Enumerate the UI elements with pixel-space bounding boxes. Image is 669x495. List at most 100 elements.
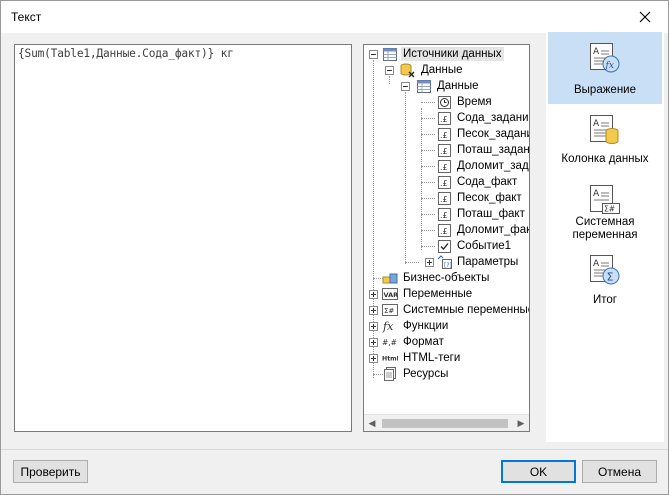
tree-field[interactable]: Время [436, 94, 494, 110]
tree-field-label: Сода_задание [457, 112, 530, 124]
svg-text:VAR: VAR [384, 291, 399, 299]
table-icon [416, 79, 432, 93]
expander-data-sources[interactable] [369, 50, 378, 59]
title-bar: Текст [1, 1, 668, 33]
category-expression[interactable]: A fx Выражение [548, 32, 662, 104]
close-icon [639, 11, 651, 22]
numeric-field-icon: .£ [436, 143, 452, 157]
svg-text:fx: fx [605, 61, 614, 71]
tree-field[interactable]: .£ Доломит_задание [436, 158, 529, 174]
variables-icon: VAR [382, 287, 398, 301]
table-icon [382, 47, 398, 61]
tree-field[interactable]: Событие1 [436, 238, 513, 254]
svg-text:.£: .£ [440, 131, 448, 140]
tree-field-label: Доломит_факт [457, 224, 530, 236]
close-button[interactable] [622, 1, 668, 32]
tree-field-label: Песок_факт [457, 192, 522, 204]
numeric-field-icon: .£ [436, 191, 452, 205]
svg-text:.£: .£ [440, 211, 448, 220]
svg-text:.£: .£ [440, 147, 448, 156]
tree-field[interactable]: .£ Поташ_факт [436, 206, 527, 222]
expression-editor[interactable]: {Sum(Table1,Данные.Сода_факт)} кг [14, 44, 352, 432]
category-label: Системная переменная [572, 216, 638, 241]
scroll-right-arrow-icon[interactable]: ▶ [516, 418, 526, 428]
svg-text:Σ: Σ [607, 271, 614, 284]
text-dialog: Текст {Sum(Table1,Данные.Сода_факт)} кг … [0, 0, 669, 495]
tree-field[interactable]: .£ Доломит_факт [436, 222, 530, 238]
tree-field-label: Поташ_задание [457, 144, 530, 156]
tree-node-variables[interactable]: VAR Переменные [382, 286, 474, 302]
tree-field-label: Поташ_факт [457, 208, 525, 220]
svg-text:A: A [593, 119, 600, 129]
svg-text:Σ#: Σ# [384, 307, 394, 315]
tree-node-resources[interactable]: Ресурсы [382, 366, 450, 382]
tree-node-label: Данные [437, 80, 479, 92]
tree-node-label: Параметры [457, 256, 519, 268]
tree-field-label: Событие1 [457, 240, 512, 252]
category-system-variable[interactable]: A Σ# Системная переменная [548, 184, 662, 244]
expression-icon: A fx [590, 43, 620, 73]
tree-node-label: Системные переменные [403, 304, 530, 316]
scrollbar-thumb[interactable] [382, 419, 508, 428]
tree-node-functions[interactable]: fx Функции [382, 318, 450, 334]
data-tree[interactable]: Источники данных Данные Данные Время .£ … [363, 44, 530, 432]
svg-text:.£: .£ [440, 115, 448, 124]
tree-field[interactable]: .£ Сода_факт [436, 174, 519, 190]
expander-format[interactable] [369, 338, 378, 347]
numeric-field-icon: .£ [436, 159, 452, 173]
ok-button[interactable]: OK [501, 460, 576, 483]
expander-parameters[interactable] [425, 258, 434, 267]
svg-text:.£: .£ [440, 195, 448, 204]
cancel-button[interactable]: Отмена [582, 460, 657, 483]
tree-node-html-tags[interactable]: Html HTML-теги [382, 350, 462, 366]
tree-node-format[interactable]: #,# Формат [382, 334, 446, 350]
tree-field[interactable]: .£ Поташ_задание [436, 142, 530, 158]
tree-node-table[interactable]: Данные [416, 78, 481, 94]
svg-text:.£: .£ [440, 163, 448, 172]
expander-functions[interactable] [369, 322, 378, 331]
svg-text:#,#: #,# [382, 338, 397, 347]
category-total[interactable]: A Σ Итог [548, 254, 662, 310]
html-tags-icon: Html [382, 351, 398, 365]
numeric-field-icon: .£ [436, 111, 452, 125]
checkbox-field-icon [436, 239, 452, 253]
svg-text:.£: .£ [440, 227, 448, 236]
tree-node-label: Данные [421, 64, 463, 76]
numeric-field-icon: .£ [436, 207, 452, 221]
clock-icon [436, 95, 452, 109]
expander-table[interactable] [401, 82, 410, 91]
tree-field-label: Сода_факт [457, 176, 518, 188]
footer-divider [1, 449, 668, 450]
expander-html-tags[interactable] [369, 354, 378, 363]
numeric-field-icon: .£ [436, 223, 452, 237]
tree-field[interactable]: .£ Песок_факт [436, 190, 524, 206]
svg-text:[?]: [?] [444, 262, 452, 269]
expander-datasource[interactable] [385, 66, 394, 75]
category-label: Выражение [574, 84, 636, 96]
resources-icon [382, 367, 398, 381]
svg-text:Html: Html [382, 356, 398, 363]
tree-field-label: Время [457, 96, 492, 108]
tree-node-business-objects[interactable]: Бизнес-объекты [382, 270, 491, 286]
expression-text[interactable]: {Sum(Table1,Данные.Сода_факт)} кг [18, 47, 234, 60]
tree-node-parameters[interactable]: [?] Параметры [436, 254, 520, 270]
expander-variables[interactable] [369, 290, 378, 299]
svg-text:A: A [593, 189, 600, 199]
tree-node-system-variables[interactable]: Σ# Системные переменные [382, 302, 530, 318]
system-variables-icon: Σ# [382, 303, 398, 317]
category-data-column[interactable]: A Колонка данных [548, 114, 662, 170]
tree-field[interactable]: .£ Песок_задание [436, 126, 529, 142]
expander-system-variables[interactable] [369, 306, 378, 315]
check-button[interactable]: Проверить [13, 460, 88, 483]
numeric-field-icon: .£ [436, 127, 452, 141]
category-label: Колонка данных [561, 153, 649, 165]
tree-node-datasource[interactable]: Данные [400, 62, 465, 78]
tree-node-label: Переменные [403, 288, 473, 300]
scroll-left-arrow-icon[interactable]: ◀ [367, 418, 377, 428]
tree-field[interactable]: .£ Сода_задание [436, 110, 530, 126]
svg-text:.£: .£ [440, 179, 448, 188]
category-label: Итог [593, 294, 617, 306]
tree-node-label: Бизнес-объекты [403, 272, 490, 284]
tree-node-data-sources[interactable]: Источники данных [382, 46, 504, 62]
tree-horizontal-scrollbar[interactable]: ◀ ▶ [364, 414, 529, 431]
